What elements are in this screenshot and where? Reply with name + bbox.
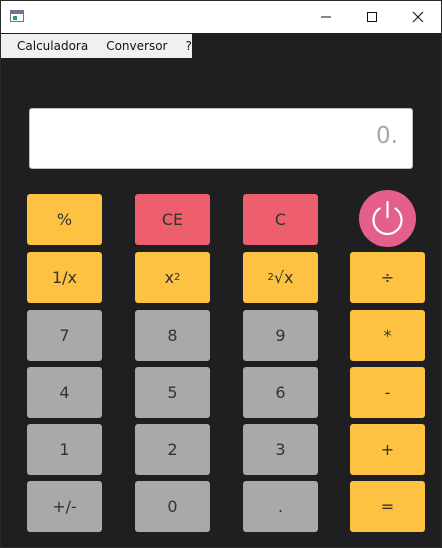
divide-button[interactable]: ÷ <box>350 252 425 303</box>
minimize-icon <box>321 16 331 18</box>
close-icon <box>412 11 424 23</box>
menu-conversor[interactable]: Conversor <box>97 34 176 58</box>
square-button-base: x <box>164 268 175 287</box>
square-root-button[interactable]: 2 √x <box>243 252 318 303</box>
display-field: 0. <box>29 108 413 169</box>
decimal-button[interactable]: . <box>243 481 318 532</box>
calculator-window: Calculadora Conversor ? 0. % CE C 1/x x2… <box>0 0 442 548</box>
digit-2-button[interactable]: 2 <box>135 424 210 475</box>
reciprocal-button[interactable]: 1/x <box>27 252 102 303</box>
add-button[interactable]: + <box>350 424 425 475</box>
square-button[interactable]: x2 <box>135 252 210 303</box>
digit-0-button[interactable]: 0 <box>135 481 210 532</box>
digit-1-button[interactable]: 1 <box>27 424 102 475</box>
power-icon <box>372 200 403 236</box>
close-button[interactable] <box>395 1 441 33</box>
clear-entry-button[interactable]: CE <box>135 194 210 245</box>
digit-4-button[interactable]: 4 <box>27 367 102 418</box>
negate-button[interactable]: +/- <box>27 481 102 532</box>
multiply-button[interactable]: * <box>350 310 425 361</box>
digit-9-button[interactable]: 9 <box>243 310 318 361</box>
menu-calculadora[interactable]: Calculadora <box>1 34 97 58</box>
title-bar[interactable] <box>1 1 441 33</box>
percent-button[interactable]: % <box>27 194 102 245</box>
equals-button[interactable]: = <box>350 481 425 532</box>
menu-help[interactable]: ? <box>176 34 200 58</box>
digit-3-button[interactable]: 3 <box>243 424 318 475</box>
menu-bar: Calculadora Conversor ? <box>1 34 192 58</box>
digit-7-button[interactable]: 7 <box>27 310 102 361</box>
clear-button[interactable]: C <box>243 194 318 245</box>
power-button[interactable] <box>359 190 416 247</box>
maximize-button[interactable] <box>349 1 395 33</box>
digit-5-button[interactable]: 5 <box>135 367 210 418</box>
maximize-icon <box>367 12 377 22</box>
digit-8-button[interactable]: 8 <box>135 310 210 361</box>
digit-6-button[interactable]: 6 <box>243 367 318 418</box>
minimize-button[interactable] <box>303 1 349 33</box>
display-value: 0. <box>376 123 398 149</box>
subtract-button[interactable]: - <box>350 367 425 418</box>
square-root-label: √x <box>273 268 294 287</box>
window-app-icon <box>10 10 24 22</box>
